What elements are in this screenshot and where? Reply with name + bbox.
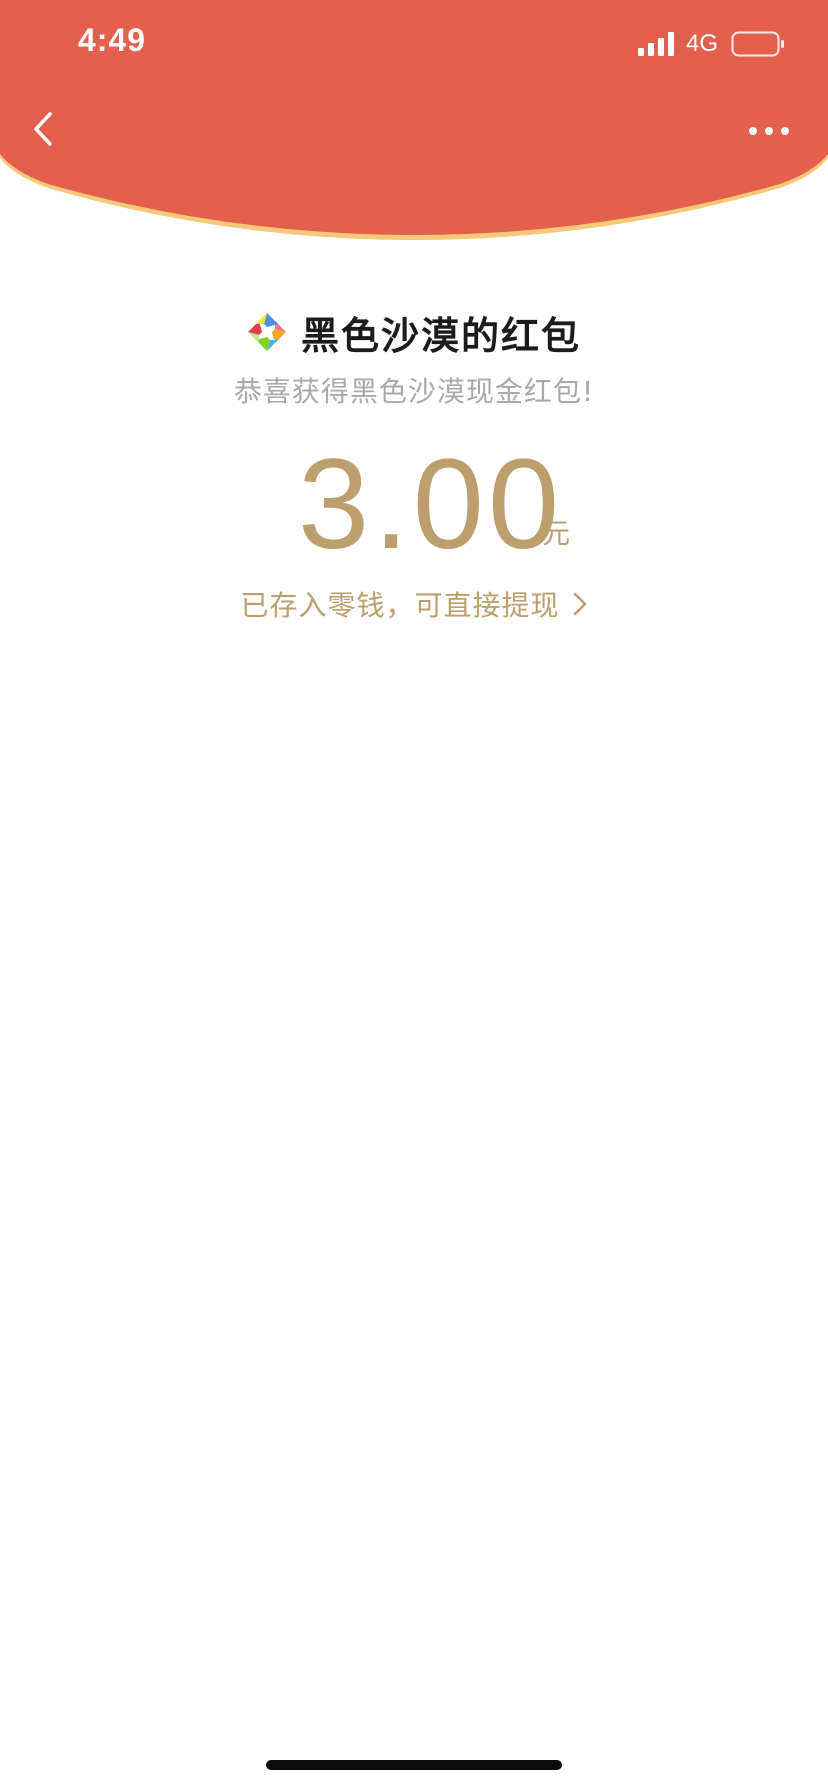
wallet-link-text: 已存入零钱，可直接提现 <box>240 589 560 622</box>
chevron-right-icon <box>573 592 586 616</box>
amount-unit: 元 <box>542 517 571 550</box>
battery-icon <box>731 31 784 57</box>
wallet-link[interactable]: 已存入零钱，可直接提现 <box>0 584 828 624</box>
network-label: 4G <box>686 30 719 57</box>
sender-logo-icon <box>247 313 286 351</box>
status-bar: 4:49 4G <box>0 0 828 90</box>
sender-row: 黑色沙漠的红包 <box>0 302 828 362</box>
amount-value: 3.00 <box>298 433 564 576</box>
more-dots-icon <box>749 127 789 135</box>
greeting-text: 恭喜获得黑色沙漠现金红包! <box>233 375 595 408</box>
back-button[interactable] <box>24 104 68 154</box>
status-time: 4:49 <box>78 22 147 58</box>
sender-title: 黑色沙漠的红包 <box>300 313 581 358</box>
more-options-button[interactable] <box>744 116 794 146</box>
signal-bars-icon <box>638 32 674 56</box>
home-indicator[interactable] <box>266 1760 562 1770</box>
chevron-left-icon <box>34 112 52 146</box>
amount-row: 3.00 元 <box>0 440 828 570</box>
